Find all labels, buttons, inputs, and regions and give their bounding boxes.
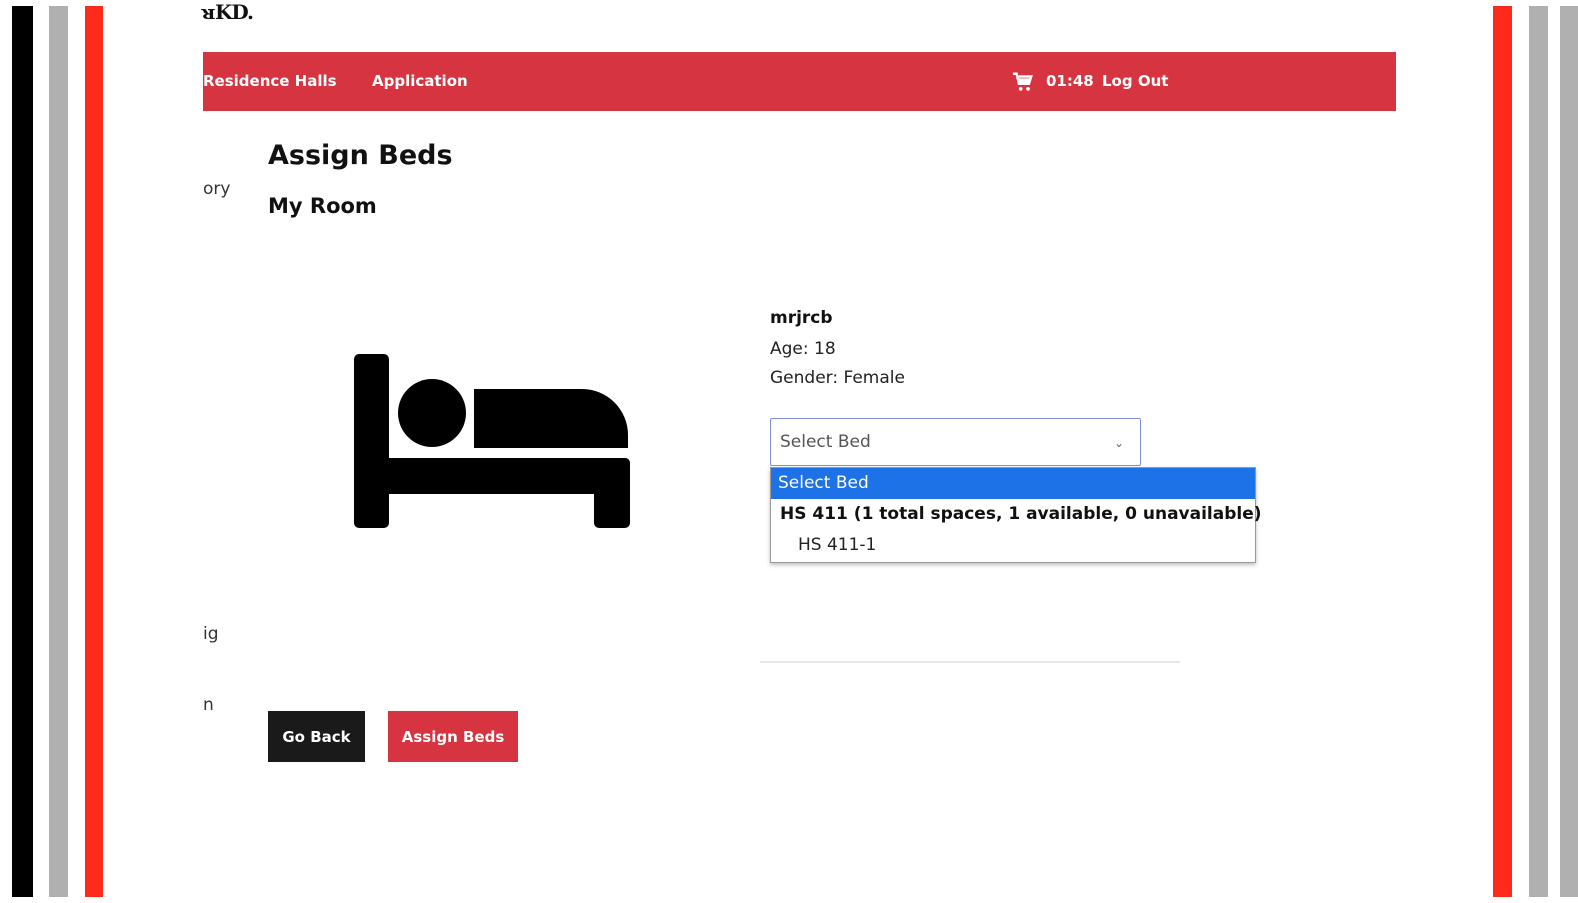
session-timer: 01:48 [1046, 72, 1094, 90]
dropdown-option-bed[interactable]: HS 411-1 [771, 530, 1255, 561]
page-title: Assign Beds [268, 140, 453, 171]
left-red-stripe [85, 6, 103, 897]
chevron-down-icon: ⌄ [1113, 436, 1124, 450]
page-subtitle: My Room [268, 194, 377, 218]
right-gray-stripe [1529, 6, 1548, 897]
divider [760, 661, 1180, 663]
logout-link[interactable]: Log Out [1102, 72, 1168, 90]
sidebar-item-partial[interactable]: ig [203, 624, 219, 644]
left-gray-stripe [49, 6, 68, 897]
assign-beds-button[interactable]: Assign Beds [388, 711, 518, 762]
dropdown-option-placeholder[interactable]: Select Bed [771, 468, 1255, 499]
dropdown-optgroup-label: HS 411 (1 total spaces, 1 available, 0 u… [780, 504, 1262, 524]
student-gender: Gender: Female [770, 368, 905, 388]
top-navbar: Residence Halls Application 01:48 Log Ou… [203, 52, 1396, 111]
sidebar-item-partial[interactable]: ory [203, 179, 230, 199]
cart-icon[interactable] [1012, 71, 1034, 93]
right-gray-stripe-2 [1560, 6, 1578, 897]
nav-application[interactable]: Application [372, 72, 468, 90]
bed-select-dropdown: Select Bed HS 411 (1 total spaces, 1 ava… [770, 467, 1262, 563]
bed-select[interactable]: Select Bed ⌄ [770, 418, 1141, 466]
nav-residence-halls[interactable]: Residence Halls [203, 72, 337, 90]
bed-icon [354, 354, 630, 528]
bed-select-value: Select Bed [780, 432, 871, 452]
room-image [300, 285, 690, 605]
student-username: mrjrcb [770, 308, 833, 328]
left-black-stripe [12, 6, 33, 897]
student-age: Age: 18 [770, 339, 836, 359]
sidebar-item-partial[interactable]: n [203, 695, 214, 715]
go-back-button[interactable]: Go Back [268, 711, 365, 762]
site-logo[interactable]: ᴚKD. [200, 0, 254, 24]
right-red-stripe [1493, 6, 1512, 897]
